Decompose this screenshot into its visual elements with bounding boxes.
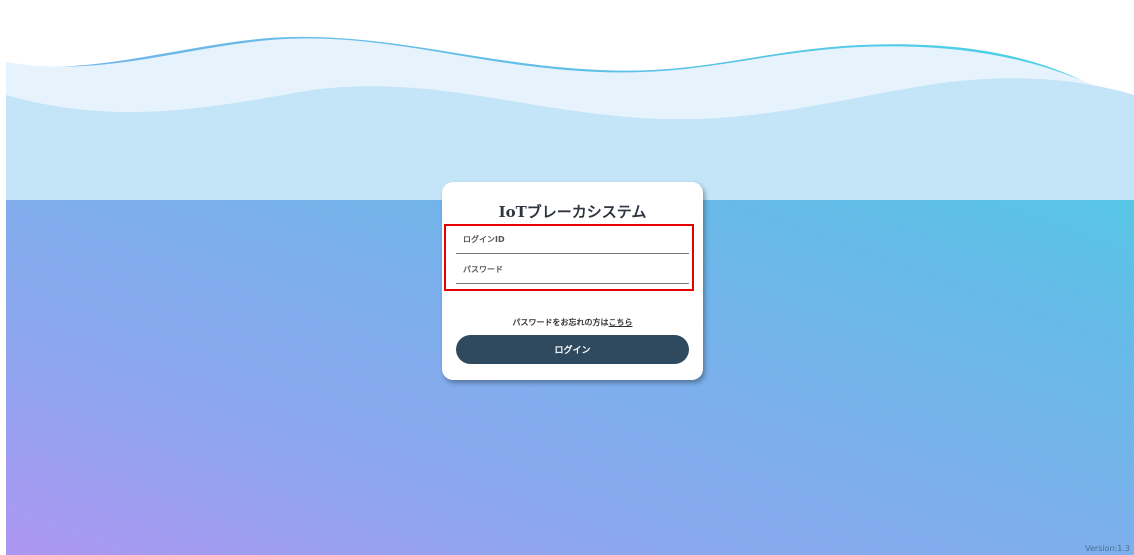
- login-card: IoTブレーカシステム パスワードをお忘れの方はこちら ログイン: [442, 182, 703, 380]
- forgot-password-text: パスワードをお忘れの方はこちら: [442, 317, 703, 328]
- forgot-password-label: パスワードをお忘れの方は: [512, 318, 609, 327]
- wave-decoration: [0, 0, 1134, 200]
- page-title: IoTブレーカシステム: [498, 203, 647, 221]
- forgot-password-link[interactable]: こちら: [609, 318, 633, 327]
- login-button[interactable]: ログイン: [456, 335, 689, 364]
- login-page: IoTブレーカシステム パスワードをお忘れの方はこちら ログイン Version…: [0, 0, 1134, 555]
- login-id-input[interactable]: [456, 226, 689, 254]
- password-input[interactable]: [456, 256, 689, 284]
- version-label: Version:1.3: [1085, 544, 1130, 553]
